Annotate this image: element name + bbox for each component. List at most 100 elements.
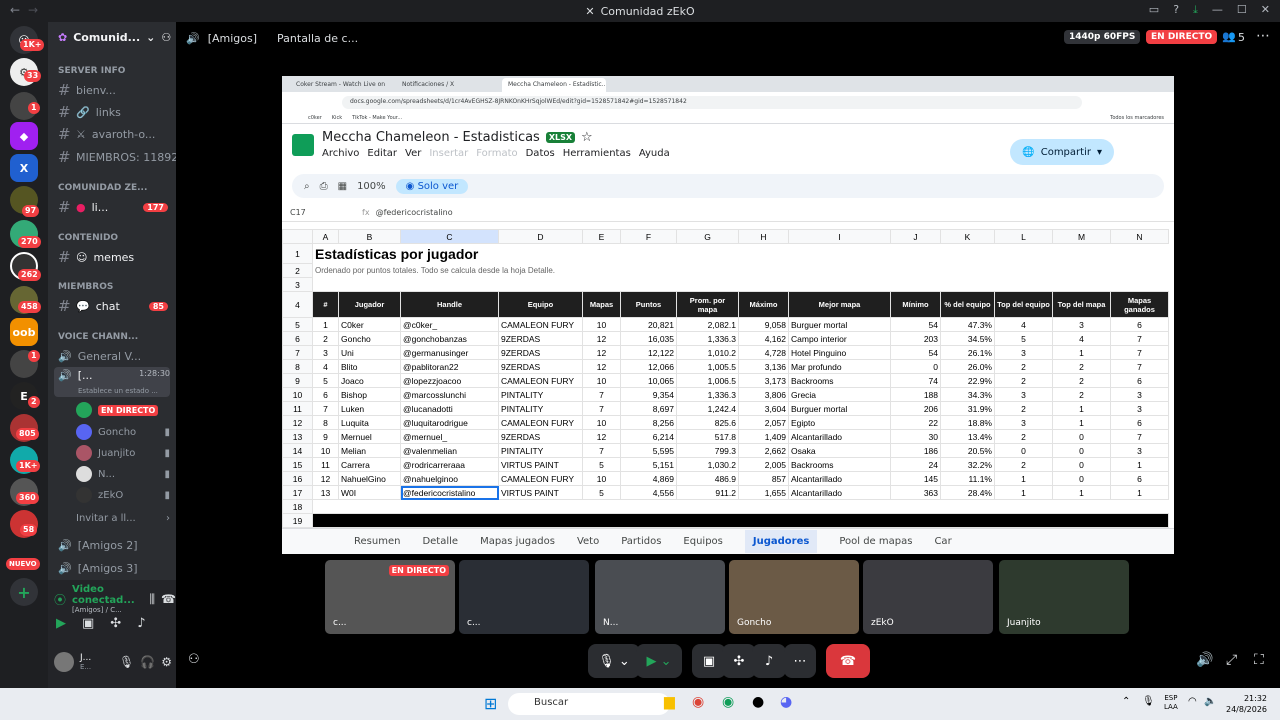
screen-share-icon[interactable]: ▣ [82,616,94,631]
table-header-cell[interactable]: % del equipo [940,291,995,318]
participant-tile[interactable]: EN DIRECTO c... [325,560,455,634]
column-header[interactable]: H [738,229,789,244]
table-cell[interactable]: 6 [1110,471,1169,486]
participant-tile[interactable]: N... [595,560,725,634]
table-cell[interactable]: 22 [890,415,941,430]
table-cell[interactable]: 18.8% [940,415,995,430]
table-cell[interactable]: 2 [994,359,1053,374]
table-cell[interactable]: Joaco [338,373,401,388]
row-number[interactable]: 10 [282,387,313,402]
column-header[interactable]: B [338,229,401,244]
activities-icon[interactable]: ✣ [110,616,121,631]
keyboard-layout[interactable]: LAA [1164,703,1178,712]
table-cell[interactable]: Burguer mortal [788,401,891,416]
sheet-tab[interactable]: Detalle [422,536,458,547]
spreadsheet-grid[interactable]: ABCDEFGHIJKLMN 1 Estadísticas por jugador… [282,229,1169,528]
table-cell[interactable]: 11.1% [940,471,995,486]
table-cell[interactable]: @marcosslunchi [400,387,499,402]
amigos-channel-label[interactable]: [Amigos] [208,32,257,45]
participant-tile[interactable]: c... [459,560,589,634]
discord-icon[interactable]: ◕ [780,694,792,710]
chrome-icon[interactable]: ◉ [692,694,704,710]
table-cell[interactable]: 3 [994,345,1053,360]
table-cell[interactable]: Goncho [338,331,401,346]
table-cell[interactable]: @valenmelian [400,443,499,458]
table-cell[interactable]: @rodricarreraaa [400,457,499,472]
forward-arrow-icon[interactable]: → [28,3,38,17]
format-icon[interactable]: ▦ [338,181,347,192]
gear-icon[interactable]: ⚙ [161,655,172,669]
app-icon[interactable]: ● [752,694,764,710]
table-cell[interactable]: 30 [890,429,941,444]
table-cell[interactable]: CAMALEON FURY [498,415,583,430]
table-cell[interactable]: 12 [582,345,621,360]
table-cell[interactable]: 3,604 [738,401,789,416]
column-header[interactable]: M [1052,229,1111,244]
table-cell[interactable]: 13 [312,485,339,500]
channel-member-count[interactable]: # MIEMBROS: 11892 [48,146,176,168]
table-cell[interactable]: 7 [1110,331,1169,346]
headphones-icon[interactable]: 🎧 [140,655,155,669]
row-number[interactable]: 13 [282,429,313,444]
all-bookmarks[interactable]: Todos los marcadores [1110,115,1164,121]
table-cell[interactable]: PINTALITY [498,401,583,416]
table-cell[interactable]: Carrera [338,457,401,472]
table-cell[interactable]: 9,354 [620,387,677,402]
voice-user[interactable]: zEkO ▮ [76,485,170,505]
table-cell[interactable]: 2 [994,457,1053,472]
table-cell[interactable]: Mernuel [338,429,401,444]
table-cell[interactable]: 206 [890,401,941,416]
table-header-cell[interactable]: Mínimo [890,291,941,318]
table-cell[interactable]: 7 [582,387,621,402]
popout-icon[interactable]: ⤢ [1226,652,1237,668]
download-icon[interactable]: ⤓ [1193,3,1198,17]
table-cell[interactable]: 12,066 [620,359,677,374]
table-cell[interactable]: Alcantarillado [788,471,891,486]
table-cell[interactable]: VIRTUS PAINT [498,457,583,472]
table-cell[interactable]: 3 [994,415,1053,430]
microphone-button[interactable]: 🎙 ⌄ [588,644,640,678]
table-cell[interactable]: 0 [1052,429,1111,444]
table-cell[interactable]: 4,556 [620,485,677,500]
doc-title[interactable]: Meccha Chameleon - Estadisticas [322,130,540,145]
voice-channel-amigos-2[interactable]: 🔊 [Amigos 2] [48,534,176,556]
table-cell[interactable]: 28.4% [940,485,995,500]
table-cell[interactable]: 1,336.3 [676,387,739,402]
table-cell[interactable]: 4 [312,359,339,374]
table-cell[interactable]: Osaka [788,443,891,458]
table-cell[interactable]: NahuelGino [338,471,401,486]
table-cell[interactable]: 2 [1052,373,1111,388]
formula-input[interactable]: @federicocristalino [376,208,453,217]
table-cell[interactable]: Egipto [788,415,891,430]
table-cell[interactable]: 7 [1110,345,1169,360]
table-cell[interactable]: 1 [312,317,339,332]
column-header[interactable]: A [312,229,339,244]
voice-channel-general[interactable]: 🔊 General V... [48,345,176,367]
table-cell[interactable]: 517.8 [676,429,739,444]
voice-user[interactable]: Juanjito ▮ [76,443,170,463]
voice-status[interactable]: Establece un estado ... [48,384,176,398]
table-cell[interactable]: 8 [312,415,339,430]
table-cell[interactable]: 4,869 [620,471,677,486]
camera-button[interactable]: ▶ ⌄ [636,644,682,678]
sheet-tab[interactable]: Resumen [354,536,400,547]
table-cell[interactable]: 34.5% [940,331,995,346]
table-cell[interactable]: 1,010.2 [676,345,739,360]
table-cell[interactable]: Backrooms [788,373,891,388]
add-person-icon[interactable]: ⚇ [188,652,200,667]
table-cell[interactable]: 911.2 [676,485,739,500]
table-cell[interactable]: Hotel Pinguino [788,345,891,360]
table-cell[interactable]: 12 [582,331,621,346]
table-cell[interactable]: 825.6 [676,415,739,430]
table-cell[interactable]: 12,122 [620,345,677,360]
table-cell[interactable]: 54 [890,345,941,360]
browser-tab[interactable]: Coker Stream - Watch Live on [290,78,394,92]
server-icon[interactable]: X [10,154,38,182]
shared-screen[interactable]: Coker Stream - Watch Live on Notificacio… [282,76,1174,554]
row-number[interactable]: 14 [282,443,313,458]
minimize-icon[interactable]: — [1212,3,1223,17]
url-field[interactable]: docs.google.com/spreadsheets/d/1cr4AvEGH… [342,95,1082,109]
table-cell[interactable]: 1 [1052,415,1111,430]
table-header-cell[interactable]: Top del equipo [994,291,1053,318]
table-cell[interactable]: 6 [312,387,339,402]
